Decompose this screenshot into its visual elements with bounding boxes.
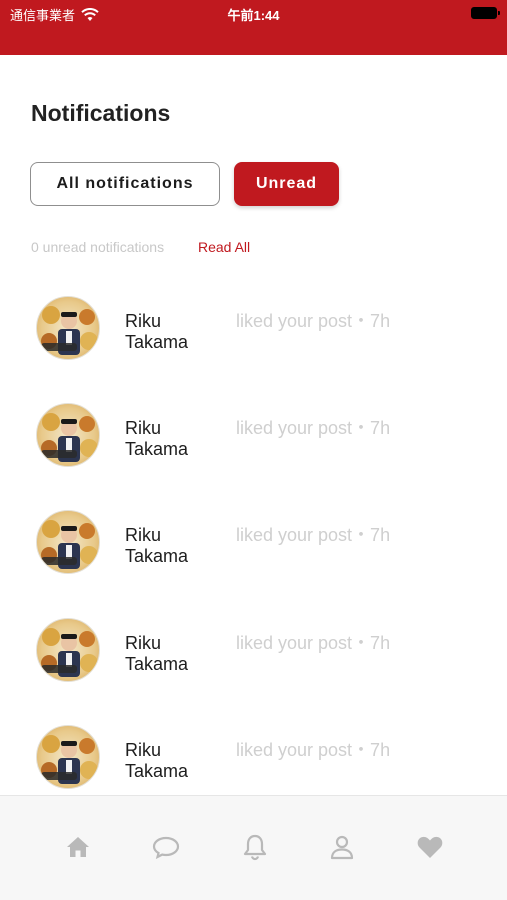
avatar[interactable] xyxy=(36,510,100,574)
nav-home[interactable] xyxy=(63,832,93,862)
tab-all-notifications[interactable]: All notifications xyxy=(30,162,220,206)
notification-item[interactable]: Riku Takama liked your post・7h xyxy=(0,398,507,478)
nav-profile[interactable] xyxy=(327,832,357,862)
heart-icon xyxy=(417,836,443,858)
notification-user-name[interactable]: Riku Takama xyxy=(125,633,215,675)
notification-user-name[interactable]: Riku Takama xyxy=(125,525,215,567)
status-bar: 通信事業者 午前1:44 xyxy=(0,0,507,55)
notification-item[interactable]: Riku Takama liked your post・7h xyxy=(0,613,507,693)
avatar-image xyxy=(41,413,98,462)
page-title: Notifications xyxy=(31,100,171,126)
avatar-image xyxy=(41,735,98,784)
bell-icon xyxy=(243,834,267,861)
user-icon xyxy=(330,835,354,860)
notification-item[interactable]: Riku Takama liked your post・7h xyxy=(0,720,507,792)
avatar[interactable] xyxy=(36,725,100,789)
notification-user-name[interactable]: Riku Takama xyxy=(125,740,215,782)
notification-message: liked your post・7h xyxy=(236,311,391,331)
nav-notifications[interactable] xyxy=(240,832,270,862)
notification-item[interactable]: Riku Takama liked your post・7h xyxy=(0,505,507,585)
notification-message: liked your post・7h xyxy=(236,418,391,438)
notification-message: liked your post・7h xyxy=(236,525,391,545)
status-time: 午前1:44 xyxy=(227,8,280,23)
battery-icon xyxy=(471,7,500,19)
avatar-image xyxy=(41,628,98,677)
notification-item[interactable]: Riku Takama liked your post・7h xyxy=(0,291,507,371)
avatar[interactable] xyxy=(36,618,100,682)
unread-count-text: 0 unread notifications xyxy=(31,239,165,255)
notification-list: Riku Takama liked your post・7h Riku Taka… xyxy=(0,286,507,792)
notification-message: liked your post・7h xyxy=(236,740,391,760)
nav-favorites[interactable] xyxy=(415,832,445,862)
avatar[interactable] xyxy=(36,403,100,467)
home-icon xyxy=(67,837,89,857)
avatar-image xyxy=(41,520,98,569)
read-all-link[interactable]: Read All xyxy=(198,239,250,255)
tab-unread[interactable]: Unread xyxy=(234,162,339,206)
avatar-image xyxy=(41,306,98,355)
notification-user-name[interactable]: Riku Takama xyxy=(125,311,215,353)
bottom-nav xyxy=(0,795,507,900)
avatar[interactable] xyxy=(36,296,100,360)
notification-user-name[interactable]: Riku Takama xyxy=(125,418,215,460)
notification-message: liked your post・7h xyxy=(236,633,391,653)
nav-chat[interactable] xyxy=(151,832,181,862)
chat-icon xyxy=(152,836,180,859)
